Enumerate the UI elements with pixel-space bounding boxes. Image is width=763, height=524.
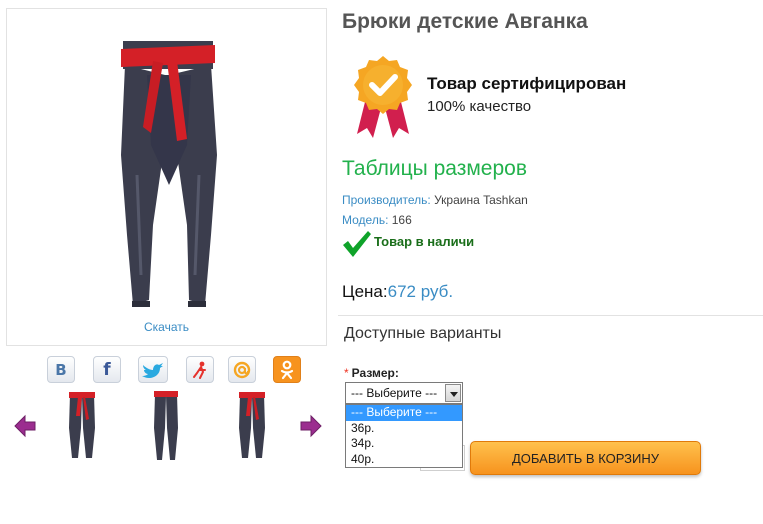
size-option[interactable]: 34р. xyxy=(346,436,462,452)
moi-mir-share-button[interactable] xyxy=(186,356,214,383)
main-product-image-box[interactable]: Скачать xyxy=(6,8,327,346)
manufacturer-label[interactable]: Производитель: xyxy=(342,193,431,207)
thumbnail-2[interactable] xyxy=(146,388,186,462)
price-label: Цена: xyxy=(342,282,388,301)
thumbnail-prev-arrow-icon[interactable] xyxy=(13,414,37,438)
add-to-cart-button[interactable]: ДОБАВИТЬ В КОРЗИНУ xyxy=(470,441,701,475)
manufacturer-line: Производитель: Украина Tashkan xyxy=(342,193,528,207)
available-options-title: Доступные варианты xyxy=(344,325,502,342)
mail-ru-share-button[interactable] xyxy=(228,356,256,383)
product-title: Брюки детские Авганка xyxy=(342,10,588,33)
odnoklassniki-share-button[interactable] xyxy=(273,356,301,383)
stock-status-text: Товар в наличи xyxy=(374,233,475,249)
model-line: Модель: 166 xyxy=(342,213,412,227)
thumbnail-1[interactable] xyxy=(62,388,102,462)
stock-status: Товар в наличи xyxy=(342,230,474,258)
twitter-share-button[interactable] xyxy=(138,356,168,383)
at-sign-icon xyxy=(233,361,251,378)
in-stock-checkmark-icon xyxy=(343,231,371,257)
model-value: 166 xyxy=(388,213,412,227)
size-option[interactable]: 36р. xyxy=(346,421,462,437)
certified-title: Товар сертифицирован xyxy=(427,74,627,93)
product-image-pants[interactable] xyxy=(107,35,229,319)
size-option[interactable]: 40р. xyxy=(346,452,462,468)
size-select[interactable]: --- Выберите --- xyxy=(345,382,463,404)
vk-icon: B xyxy=(55,360,67,379)
thumbnail-next-arrow-icon[interactable] xyxy=(299,414,323,438)
price-value: 672 руб. xyxy=(387,282,454,301)
certified-badge-icon xyxy=(354,56,412,138)
size-dropdown-list[interactable]: --- Выберите --- 36р. 34р. 40р. xyxy=(345,404,463,468)
odnoklassniki-icon xyxy=(280,360,294,379)
options-divider xyxy=(338,315,763,316)
price-row: Цена:672 руб. xyxy=(342,282,453,302)
size-select-value: --- Выберите --- xyxy=(351,386,438,400)
twitter-bird-icon xyxy=(142,362,163,378)
size-label: * Размер: xyxy=(344,366,399,380)
size-tables-link[interactable]: Таблицы размеров xyxy=(342,157,527,181)
download-image-link[interactable]: Скачать xyxy=(7,320,326,334)
size-label-text: Размер: xyxy=(351,366,399,380)
required-mark: * xyxy=(344,366,349,380)
certified-subtitle: 100% качество xyxy=(427,98,532,115)
chevron-down-icon[interactable] xyxy=(445,384,461,402)
model-label: Модель: xyxy=(342,213,389,227)
vkontakte-share-button[interactable]: B xyxy=(47,356,75,383)
size-option[interactable]: --- Выберите --- xyxy=(346,405,462,421)
thumbnail-3[interactable] xyxy=(232,388,272,462)
manufacturer-value: Украина Tashkan xyxy=(430,193,528,207)
moi-mir-icon xyxy=(193,361,206,379)
facebook-share-button[interactable]: f xyxy=(93,356,121,383)
facebook-icon: f xyxy=(103,359,111,380)
